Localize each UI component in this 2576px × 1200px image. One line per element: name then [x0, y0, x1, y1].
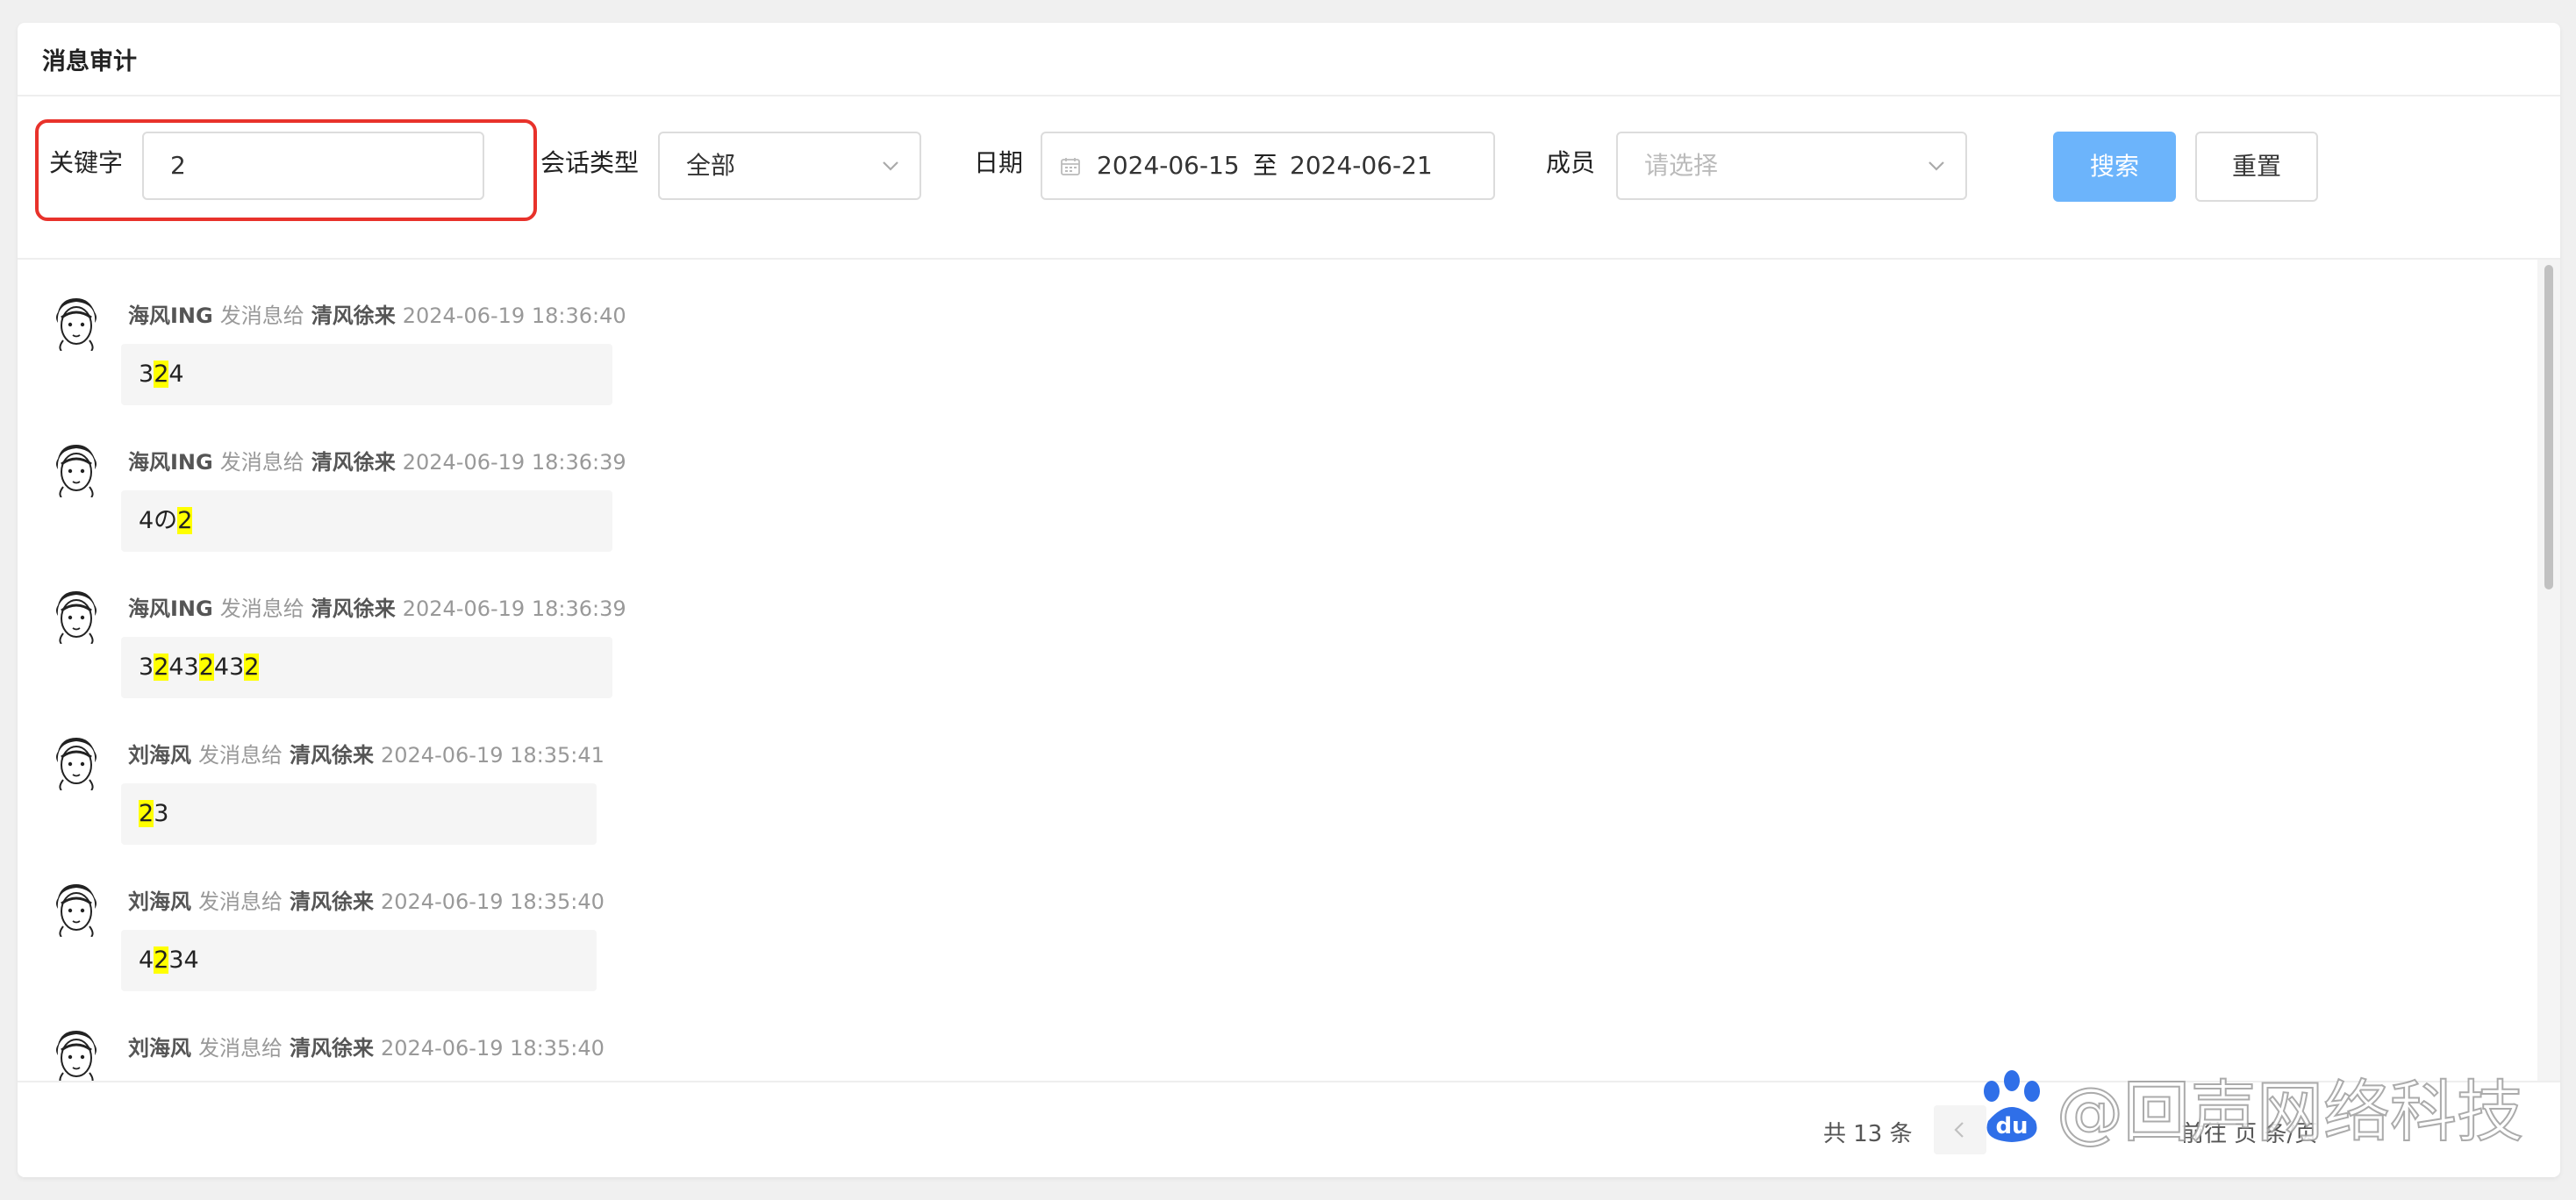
- watermark: du @回声网络科技: [1972, 1049, 2534, 1163]
- date-start[interactable]: 2024-06-15: [1097, 133, 1240, 198]
- receiver-name: 清风徐来: [290, 743, 374, 768]
- receiver-name: 清风徐来: [311, 450, 396, 475]
- message-item: 海风ING 发消息给 清风徐来 2024-06-19 18:36:40 324: [18, 260, 2537, 406]
- scrollbar[interactable]: [2537, 260, 2560, 1081]
- chevron-down-icon: [1928, 161, 1944, 171]
- avatar: [56, 738, 97, 790]
- message-time: 2024-06-19 18:36:39: [402, 450, 626, 475]
- message-time: 2024-06-19 18:35:41: [381, 743, 605, 768]
- page-title: 消息审计: [42, 48, 137, 75]
- svg-text:du: du: [1995, 1113, 2028, 1139]
- session-type-label: 会话类型: [540, 148, 640, 177]
- sender-name: 刘海风: [128, 743, 191, 768]
- chevron-left-icon: [1954, 1122, 1964, 1138]
- scrollbar-thumb[interactable]: [2544, 265, 2553, 589]
- session-type-select[interactable]: 全部: [658, 132, 921, 200]
- avatar: [56, 298, 97, 351]
- card-header: 消息审计: [18, 23, 2560, 96]
- message-time: 2024-06-19 18:35:40: [381, 1036, 605, 1061]
- receiver-name: 清风徐来: [311, 304, 396, 328]
- message-item: 刘海风 发消息给 清风徐来 2024-06-19 18:35:41 23: [18, 699, 2537, 846]
- message-bubble: 23: [121, 783, 597, 845]
- message-verb: 发消息给: [198, 889, 283, 914]
- sender-name: 海风ING: [128, 450, 213, 475]
- message-meta: 刘海风 发消息给 清风徐来 2024-06-19 18:35:40: [128, 1031, 612, 1061]
- keyword-input[interactable]: [170, 151, 456, 180]
- message-list[interactable]: 海风ING 发消息给 清风徐来 2024-06-19 18:36:40 324 海风ING…: [18, 260, 2537, 1081]
- message-verb: 发消息给: [219, 450, 304, 475]
- message-item: 海风ING 发消息给 清风徐来 2024-06-19 18:36:39 32432432: [18, 553, 2537, 699]
- member-select[interactable]: 请选择: [1616, 132, 1967, 200]
- avatar: [56, 591, 97, 644]
- message-verb: 发消息给: [198, 1036, 283, 1061]
- message-verb: 发消息给: [198, 743, 283, 768]
- avatar: [56, 445, 97, 497]
- keyword-input-wrap[interactable]: [142, 132, 484, 200]
- member-placeholder: 请选择: [1644, 151, 1719, 180]
- total-count: 共 13 条: [1823, 1121, 1913, 1147]
- message-time: 2024-06-19 18:36:39: [402, 596, 626, 621]
- message-verb: 发消息给: [219, 596, 304, 621]
- watermark-text: @回声网络科技: [2056, 1072, 2524, 1152]
- message-bubble: 4の2: [121, 490, 612, 552]
- sender-name: 刘海风: [128, 1036, 191, 1061]
- message-bubble: 4234: [121, 930, 597, 991]
- baidu-paw-icon: du: [1984, 1070, 2040, 1142]
- sender-name: 海风ING: [128, 596, 213, 621]
- calendar-icon: [1061, 158, 1080, 175]
- reset-button[interactable]: 重置: [2195, 132, 2318, 202]
- message-time: 2024-06-19 18:36:40: [402, 304, 626, 328]
- message-verb: 发消息给: [219, 304, 304, 328]
- avatar: [56, 884, 97, 937]
- message-bubble: 324: [121, 344, 612, 405]
- search-button[interactable]: 搜索: [2053, 132, 2176, 202]
- sender-name: 海风ING: [128, 304, 213, 328]
- date-range-picker[interactable]: 2024-06-15 至 2024-06-21: [1041, 132, 1495, 200]
- keyword-label: 关键字: [49, 148, 124, 177]
- message-meta: 刘海风 发消息给 清风徐来 2024-06-19 18:35:41: [128, 738, 612, 768]
- session-type-value: 全部: [686, 151, 736, 180]
- message-time: 2024-06-19 18:35:40: [381, 889, 605, 914]
- receiver-name: 清风徐来: [290, 889, 374, 914]
- message-meta: 海风ING 发消息给 清风徐来 2024-06-19 18:36:40: [128, 298, 633, 329]
- message-audit-card: 消息审计 关键字 会话类型 全部 日期 2024-06-15 至 2024-06…: [18, 23, 2560, 1177]
- chevron-down-icon: [883, 161, 898, 171]
- receiver-name: 清风徐来: [311, 596, 396, 621]
- message-meta: 刘海风 发消息给 清风徐来 2024-06-19 18:35:40: [128, 884, 612, 915]
- date-end[interactable]: 2024-06-21: [1290, 133, 1433, 198]
- receiver-name: 清风徐来: [290, 1036, 374, 1061]
- message-meta: 海风ING 发消息给 清风徐来 2024-06-19 18:36:39: [128, 591, 633, 622]
- message-item: 海风ING 发消息给 清风徐来 2024-06-19 18:36:39 4の2: [18, 406, 2537, 553]
- message-bubble: 32432432: [121, 637, 612, 698]
- message-meta: 海风ING 发消息给 清风徐来 2024-06-19 18:36:39: [128, 445, 633, 475]
- message-item: 刘海风 发消息给 清风徐来 2024-06-19 18:35:40 4234: [18, 846, 2537, 992]
- avatar: [56, 1031, 97, 1081]
- member-label: 成员: [1546, 148, 1596, 177]
- date-range-separator: 至: [1253, 151, 1278, 180]
- sender-name: 刘海风: [128, 889, 191, 914]
- date-label: 日期: [974, 148, 1024, 177]
